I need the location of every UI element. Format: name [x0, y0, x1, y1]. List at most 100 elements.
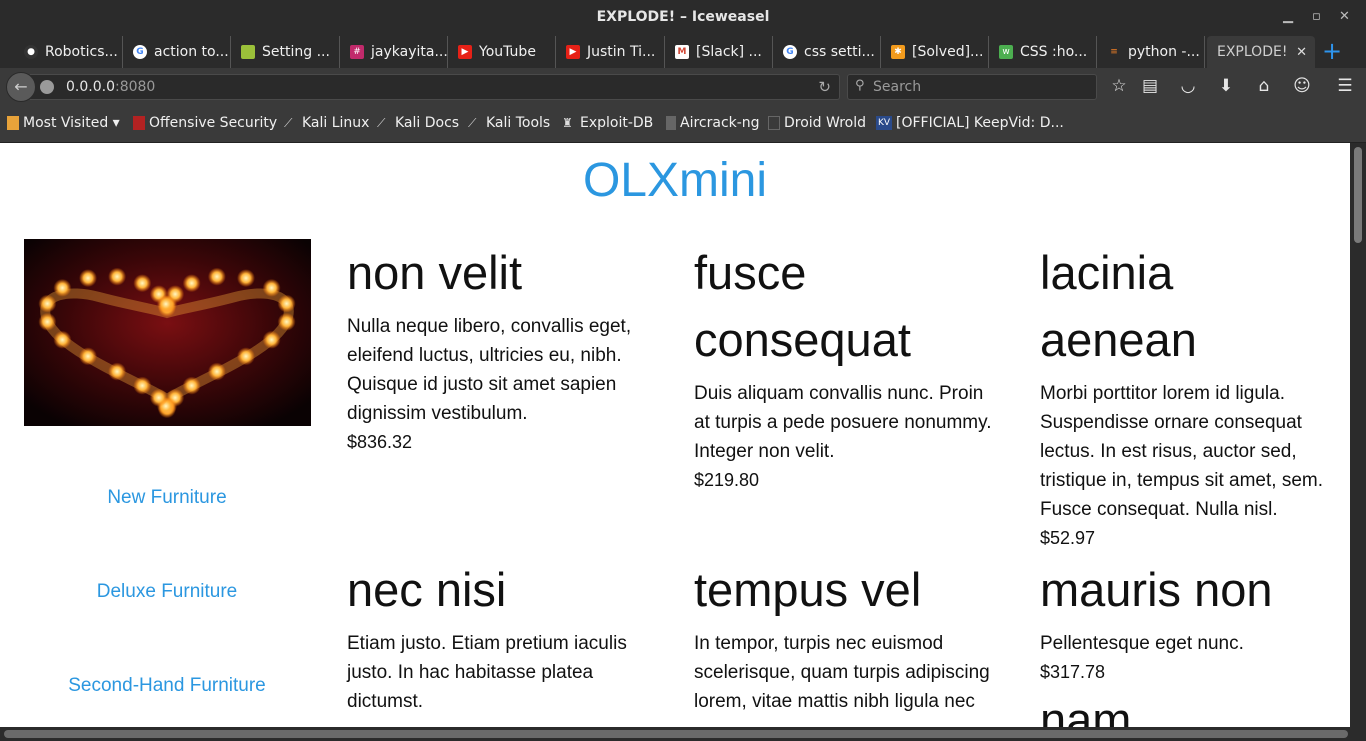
- download-icon[interactable]: ⬇: [1214, 76, 1238, 96]
- product-title[interactable]: tempus vel: [694, 556, 1004, 623]
- bookmark-aircrack-ng[interactable]: Aircrack-ng: [666, 115, 760, 131]
- scrollbar-thumb[interactable]: [1354, 147, 1362, 243]
- pocket-icon[interactable]: ◡: [1176, 76, 1200, 96]
- tab-explode[interactable]: EXPLODE! ✕: [1207, 36, 1315, 68]
- bookmark-droid-wrold[interactable]: Droid Wrold: [768, 115, 866, 131]
- tab-css-setting[interactable]: Gcss setti...: [773, 36, 881, 68]
- bookmark-kali-tools[interactable]: ⟋ Kali Tools: [468, 115, 550, 131]
- product-description: Duis aliquam convallis nunc. Proin at tu…: [694, 383, 992, 462]
- bookmark-star-icon[interactable]: ☆: [1107, 76, 1131, 96]
- bookmark-kali-docs[interactable]: ⟋ Kali Docs: [377, 115, 459, 131]
- category-deluxe-furniture[interactable]: Deluxe Furniture: [0, 581, 334, 603]
- product-card[interactable]: mauris non Pellentesque eget nunc. $317.…: [1040, 556, 1340, 727]
- tab-label: Justin Ti...: [587, 44, 656, 60]
- reload-icon[interactable]: ↻: [818, 78, 831, 96]
- category-new-furniture[interactable]: New Furniture: [0, 487, 334, 509]
- minimize-icon[interactable]: ▁: [1283, 9, 1293, 24]
- product-card[interactable]: non velit Nulla neque libero, convallis …: [347, 239, 657, 456]
- site-logo[interactable]: OLXmini: [0, 153, 1350, 208]
- tab-css-hover[interactable]: w CSS :ho...: [989, 36, 1097, 68]
- slack-icon: #: [350, 45, 364, 59]
- tab-label: python -...: [1128, 44, 1200, 60]
- search-icon: ⚲: [855, 78, 865, 93]
- tab-label: YouTube: [479, 44, 536, 60]
- product-title[interactable]: lacinia aenean: [1040, 239, 1340, 373]
- maximize-icon[interactable]: ▫: [1312, 9, 1321, 24]
- bookmark-most-visited[interactable]: Most Visited ▾: [7, 115, 120, 131]
- tab-label: Setting ...: [262, 44, 330, 60]
- product-title[interactable]: nec nisi: [347, 556, 657, 623]
- product-card[interactable]: nec nisi Etiam justo. Etiam pretium iacu…: [347, 556, 657, 716]
- page-content: OLXmini New Furniture Deluxe Furniture S…: [0, 143, 1350, 727]
- tab-label: [Slack] ...: [696, 44, 762, 60]
- search-placeholder: Search: [873, 79, 922, 95]
- tab-label: [Solved]...: [912, 44, 984, 60]
- tab-setting[interactable]: Setting ...: [231, 36, 340, 68]
- tab-label: Robotics...: [45, 44, 118, 60]
- kali-icon: ⟋: [468, 116, 477, 130]
- tab-youtube[interactable]: ▶ YouTube: [448, 36, 556, 68]
- vertical-scrollbar[interactable]: [1350, 143, 1366, 727]
- folder-icon: [7, 116, 19, 130]
- hello-icon[interactable]: ☺: [1290, 76, 1314, 96]
- github-icon: ●: [24, 45, 38, 59]
- product-price: $836.32: [347, 432, 413, 452]
- tab-label: EXPLODE!: [1217, 44, 1288, 60]
- product-price: $317.78: [1040, 662, 1106, 682]
- tab-label: CSS :ho...: [1020, 44, 1088, 60]
- product-card[interactable]: lacinia aenean Morbi porttitor lorem id …: [1040, 239, 1340, 552]
- product-card[interactable]: fusce consequat Duis aliquam convallis n…: [694, 239, 1004, 494]
- product-title[interactable]: mauris non: [1040, 556, 1340, 623]
- tab-action[interactable]: Gaction to...: [123, 36, 231, 68]
- product-title[interactable]: fusce consequat: [694, 239, 1004, 373]
- bookmark-keepvid[interactable]: KV [OFFICIAL] KeepVid: D...: [876, 115, 1064, 131]
- url-bar[interactable]: 0.0.0.0:8080 ↻: [30, 74, 840, 100]
- menu-icon[interactable]: ☰: [1333, 76, 1357, 96]
- close-window-icon[interactable]: ✕: [1339, 9, 1350, 24]
- kali-icon: ⟋: [377, 116, 386, 130]
- page-icon: [768, 116, 780, 130]
- horizontal-scrollbar[interactable]: [0, 727, 1366, 741]
- youtube-icon: ▶: [566, 45, 580, 59]
- tab-python[interactable]: ≡ python -...: [1097, 36, 1205, 68]
- reading-list-icon[interactable]: ▤: [1138, 76, 1162, 96]
- tab-slack[interactable]: M [Slack] ...: [665, 36, 773, 68]
- window-title: EXPLODE! – Iceweasel: [596, 9, 770, 25]
- scrollbar-thumb[interactable]: [4, 730, 1348, 738]
- keepvid-icon: KV: [876, 116, 892, 130]
- tab-solved[interactable]: ✱ [Solved]...: [881, 36, 989, 68]
- tab-label: action to...: [154, 44, 229, 60]
- tab-label: css setti...: [804, 44, 875, 60]
- bookmark-kali-linux[interactable]: ⟋ Kali Linux: [284, 115, 369, 131]
- product-description: Morbi porttitor lorem id ligula. Suspend…: [1040, 383, 1323, 520]
- home-icon[interactable]: ⌂: [1252, 76, 1276, 96]
- hero-image-candle-heart: [24, 239, 311, 426]
- tab-label: jaykayita...: [371, 44, 448, 60]
- product-description: In tempor, turpis nec euismod scelerisqu…: [694, 633, 990, 712]
- product-title[interactable]: non velit: [347, 239, 657, 306]
- new-tab-button[interactable]: +: [1318, 36, 1346, 68]
- tab-bar: ● Robotics... Gaction to... Setting ... #…: [0, 36, 1366, 68]
- tab-robotics[interactable]: ● Robotics...: [14, 36, 123, 68]
- google-icon: G: [133, 45, 147, 59]
- stackoverflow-icon: ≡: [1110, 47, 1118, 57]
- bookmark-exploit-db[interactable]: ♜ Exploit-DB: [562, 115, 653, 131]
- bookmarks-bar: Most Visited ▾ Offensive Security ⟋ Kali …: [0, 106, 1366, 143]
- exploitdb-icon: ♜: [562, 116, 573, 130]
- bookmark-offensive-security[interactable]: Offensive Security: [133, 115, 277, 131]
- url-text[interactable]: 0.0.0.0:8080: [66, 79, 155, 95]
- product-description: Nulla neque libero, convallis eget, elei…: [347, 316, 632, 424]
- tab-justin[interactable]: ▶ Justin Ti...: [556, 36, 665, 68]
- product-title[interactable]: nam: [1040, 686, 1340, 727]
- aircrack-icon: [666, 116, 676, 130]
- search-input[interactable]: ⚲ Search: [847, 74, 1097, 100]
- product-card[interactable]: tempus vel In tempor, turpis nec euismod…: [694, 556, 1004, 716]
- android-icon: [241, 45, 255, 59]
- back-button[interactable]: ←: [6, 72, 36, 102]
- tab-jaykayita[interactable]: # jaykayita...: [340, 36, 448, 68]
- close-tab-icon[interactable]: ✕: [1296, 45, 1307, 60]
- category-second-hand-furniture[interactable]: Second-Hand Furniture: [0, 675, 334, 697]
- puzzle-icon: ✱: [891, 45, 905, 59]
- kali-icon: ⟋: [284, 116, 293, 130]
- offsec-icon: [133, 116, 145, 130]
